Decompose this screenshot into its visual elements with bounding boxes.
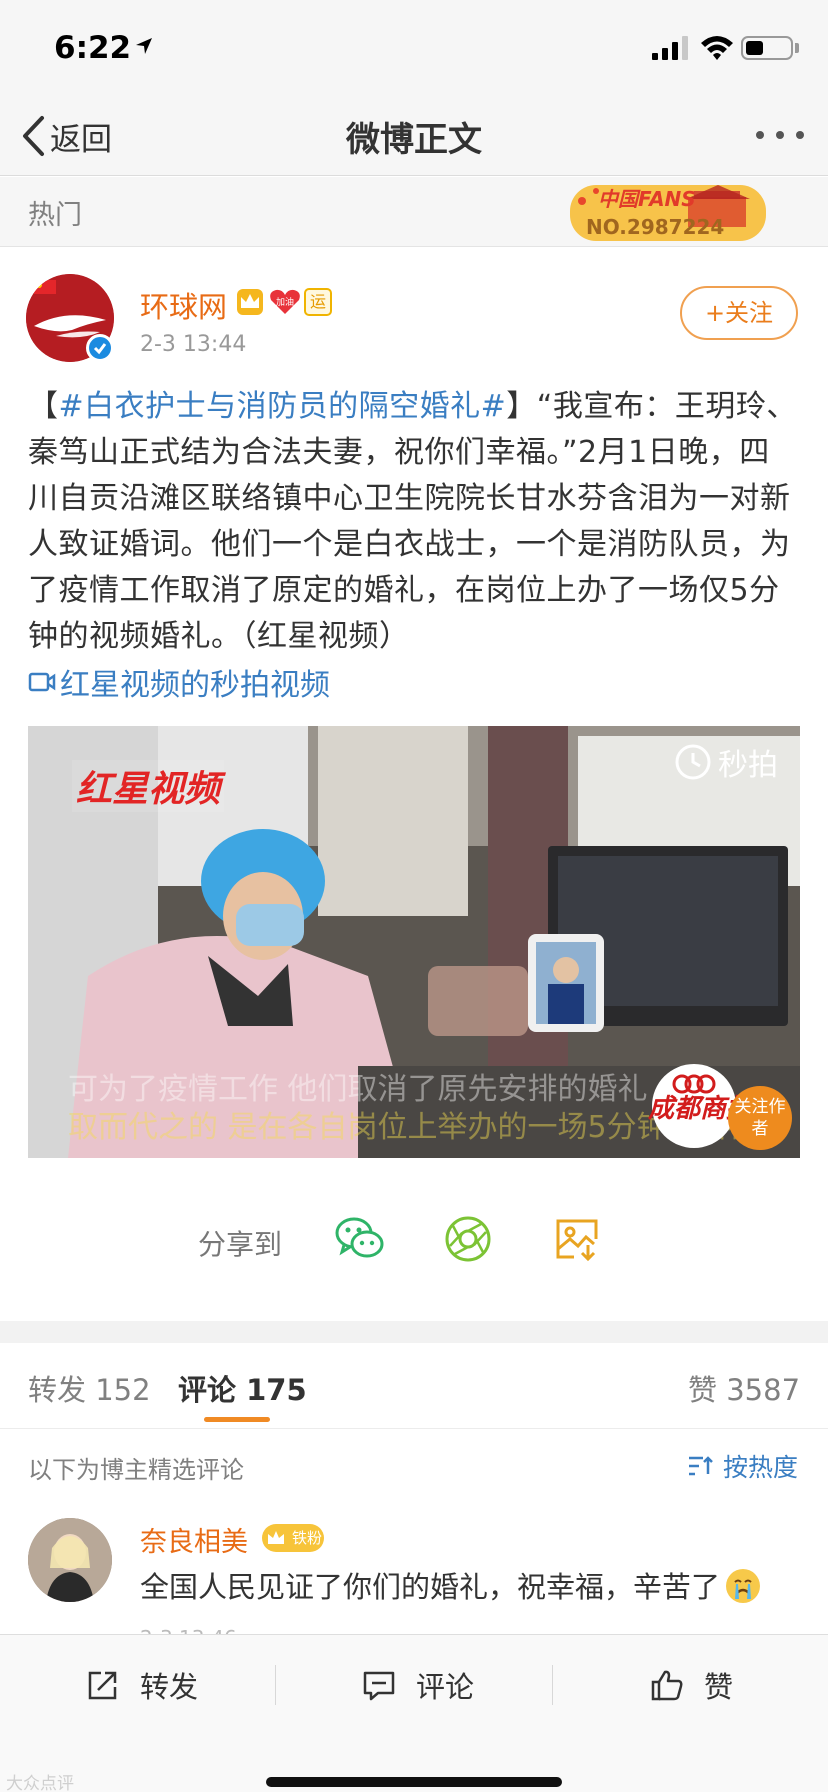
page-title: 微博正文	[346, 120, 482, 160]
weibo-post-page: 6:22 返回 微博正文 热门 中国FANS NO.2987224 环球网 加油…	[0, 0, 828, 1792]
location-arrow-icon	[136, 38, 152, 54]
fans-badge-title: 中国FANS	[598, 187, 696, 211]
comment-item: 奈良相美 铁粉 全国人民见证了你们的婚礼，祝幸福，辛苦了 2-3 13:46	[0, 1500, 828, 1650]
share-row: 分享到	[0, 1195, 828, 1285]
crown-icon	[237, 289, 263, 315]
video-player[interactable]: 红星视频 秒拍 可为了疫情工作 他们取消了原先安排的婚礼 取而代之的 是在各自岗…	[28, 726, 800, 1158]
like-label: 赞	[704, 1670, 734, 1704]
video-watermark: 红星视频	[72, 760, 225, 812]
dot-icon	[756, 131, 764, 139]
like-button[interactable]: 赞	[650, 1663, 733, 1707]
post-time: 2-3 13:44	[140, 332, 247, 357]
wechat-icon[interactable]	[334, 1213, 386, 1265]
share-label: 分享到	[198, 1228, 283, 1261]
tab-comments-count: 175	[246, 1373, 307, 1407]
tab-likes[interactable]: 赞 3587	[688, 1367, 800, 1409]
section-label: 热门	[28, 200, 82, 231]
moments-icon[interactable]	[442, 1213, 494, 1265]
comment-text-content: 全国人民见证了你们的婚礼，祝幸福，辛苦了	[140, 1570, 721, 1604]
dot-icon	[796, 131, 804, 139]
tab-comments[interactable]: 评论 175	[178, 1367, 307, 1409]
more-options-button[interactable]	[756, 128, 804, 142]
dot-icon	[776, 131, 784, 139]
fan-badge-text: 加油	[276, 296, 294, 308]
iron-fan-badge-label: 铁粉	[292, 1529, 323, 1547]
tab-comments-label: 评论	[178, 1373, 237, 1407]
author-name[interactable]: 环球网	[140, 284, 227, 326]
iron-fan-badge: 铁粉	[262, 1524, 324, 1552]
battery-level	[746, 41, 763, 55]
crying-emoji-icon	[726, 1569, 761, 1603]
save-image-icon[interactable]	[552, 1213, 604, 1265]
miaopai-icon	[675, 744, 711, 780]
sort-icon	[688, 1456, 713, 1476]
tab-likes-count: 3587	[726, 1373, 801, 1407]
post-text: 【#白衣护士与消防员的隔空婚礼#】“我宣布：王玥玲、秦笃山正式结为合法夫妻，祝你…	[28, 384, 800, 660]
video-camera-icon	[28, 672, 56, 692]
toolbar-divider	[552, 1665, 553, 1705]
nav-bar: 返回 微博正文	[0, 100, 828, 176]
battery-icon	[741, 36, 793, 60]
comment-avatar[interactable]	[28, 1518, 112, 1602]
cellular-signal-icon	[652, 36, 688, 60]
china-fans-badge[interactable]: 中国FANS NO.2987224	[568, 179, 774, 245]
video-link[interactable]: 红星视频的秒拍视频	[28, 660, 330, 704]
comment-text: 全国人民见证了你们的婚礼，祝幸福，辛苦了	[140, 1564, 761, 1606]
battery-tip	[795, 43, 799, 53]
user-photo	[28, 1518, 112, 1602]
wifi-icon	[701, 36, 733, 60]
comment-username[interactable]: 奈良相美	[140, 1520, 248, 1559]
tab-repost-count: 152	[95, 1373, 151, 1407]
status-time: 6:22	[54, 30, 132, 66]
repost-label: 转发	[140, 1670, 199, 1704]
heart-badge-icon: 加油	[268, 288, 302, 316]
comments-header: 以下为博主精选评论 按热度	[0, 1430, 828, 1500]
post-body: “我宣布：王玥玲、秦笃山正式结为合法夫妻，祝你们幸福。”2月1日晚，四川自贡沿滩…	[28, 389, 797, 654]
fans-badge-number: NO.2987224	[586, 215, 725, 239]
selected-comments-note: 以下为博主精选评论	[28, 1456, 244, 1484]
hashtag-link[interactable]: #白衣护士与消防员的隔空婚礼#	[59, 389, 507, 424]
home-indicator[interactable]	[266, 1777, 562, 1787]
repost-icon	[88, 1671, 117, 1700]
follow-author-button[interactable]: 关注作者	[728, 1086, 792, 1150]
interaction-tabs: 转发 152 评论 175 赞 3587	[0, 1343, 828, 1429]
post-text-bracket-close: 】	[506, 389, 537, 424]
sort-by-hot-button[interactable]: 按热度	[687, 1448, 798, 1484]
comment-label: 评论	[416, 1670, 475, 1704]
toolbar-divider	[275, 1665, 276, 1705]
verified-icon	[86, 334, 114, 362]
status-bar: 6:22	[0, 0, 828, 100]
follow-button[interactable]: +关注	[680, 286, 798, 340]
active-tab-indicator	[204, 1417, 270, 1422]
miaopai-logo: 秒拍	[674, 740, 778, 784]
thumbs-up-icon	[651, 1670, 683, 1701]
miaopai-label: 秒拍	[718, 748, 778, 783]
post-text-bracket-open: 【	[28, 389, 59, 424]
tab-likes-label: 赞	[688, 1373, 718, 1407]
bottom-toolbar: 转发 评论 赞 大众点评	[0, 1634, 828, 1792]
video-link-label: 红星视频的秒拍视频	[60, 668, 330, 703]
repost-button[interactable]: 转发	[86, 1663, 198, 1707]
footer-watermark: 大众点评	[6, 1774, 74, 1792]
tab-repost-label: 转发	[28, 1373, 87, 1407]
comment-button[interactable]: 评论	[362, 1663, 474, 1707]
section-bar: 热门 中国FANS NO.2987224	[0, 177, 828, 247]
tab-repost[interactable]: 转发 152	[28, 1367, 151, 1409]
crown-icon	[268, 1531, 284, 1544]
comment-icon	[363, 1671, 395, 1701]
sort-label: 按热度	[722, 1453, 798, 1482]
yun-badge: 运	[304, 288, 332, 316]
section-divider	[0, 1321, 828, 1343]
